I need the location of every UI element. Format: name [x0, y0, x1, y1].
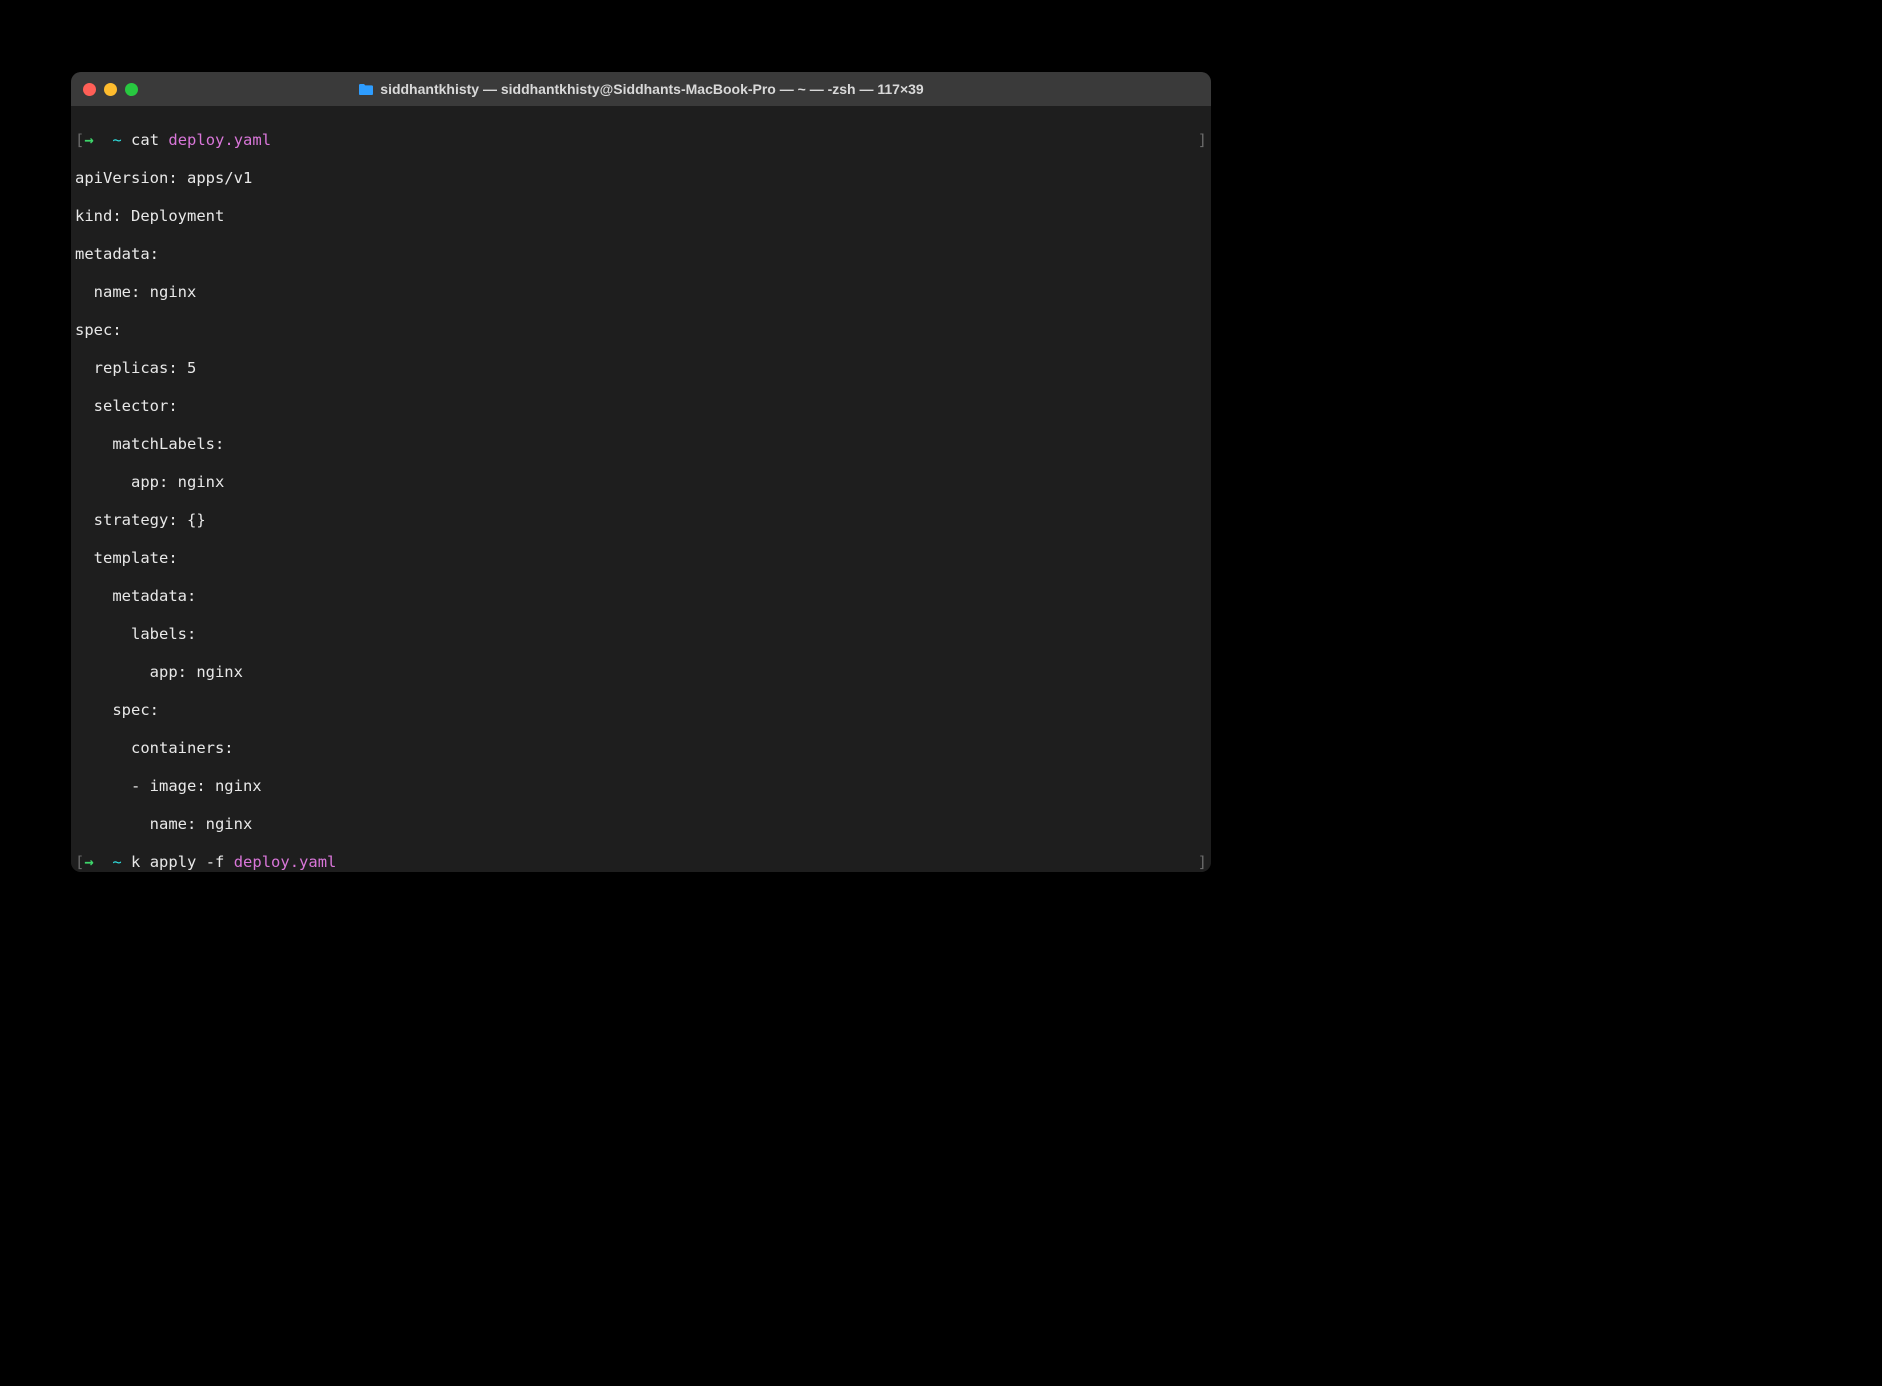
rbracket: ]: [1198, 853, 1207, 872]
cat-arg: deploy.yaml: [168, 131, 271, 149]
prompt-tilde: ~: [112, 853, 121, 871]
prompt-arrow: →: [84, 131, 93, 149]
yaml-line: metadata:: [75, 587, 1207, 606]
yaml-line: containers:: [75, 739, 1207, 758]
yaml-line: metadata:: [75, 245, 1207, 264]
yaml-line: labels:: [75, 625, 1207, 644]
prompt-line: ] [→ ~ cat deploy.yaml: [75, 131, 1207, 150]
yaml-line: app: nginx: [75, 473, 1207, 492]
title-wrap: siddhantkhisty — siddhantkhisty@Siddhant…: [71, 81, 1211, 97]
yaml-line: name: nginx: [75, 815, 1207, 834]
lbracket: [: [75, 131, 84, 149]
cmd-cat: cat: [131, 131, 168, 149]
terminal-window: siddhantkhisty — siddhantkhisty@Siddhant…: [71, 72, 1211, 872]
yaml-line: selector:: [75, 397, 1207, 416]
traffic-lights: [83, 83, 138, 96]
yaml-line: matchLabels:: [75, 435, 1207, 454]
prompt-arrow: →: [84, 853, 93, 871]
window-title: siddhantkhisty — siddhantkhisty@Siddhant…: [380, 81, 923, 97]
yaml-line: spec:: [75, 701, 1207, 720]
yaml-line: replicas: 5: [75, 359, 1207, 378]
yaml-line: kind: Deployment: [75, 207, 1207, 226]
yaml-line: app: nginx: [75, 663, 1207, 682]
zoom-button[interactable]: [125, 83, 138, 96]
prompt-line: ] [→ ~ k apply -f deploy.yaml: [75, 853, 1207, 872]
cmd-apply: k apply: [131, 853, 206, 871]
yaml-line: - image: nginx: [75, 777, 1207, 796]
yaml-line: strategy: {}: [75, 511, 1207, 530]
close-button[interactable]: [83, 83, 96, 96]
yaml-line: name: nginx: [75, 283, 1207, 302]
lbracket: [: [75, 853, 84, 871]
apply-opt: -f: [206, 853, 234, 871]
minimize-button[interactable]: [104, 83, 117, 96]
terminal-body[interactable]: ][→ ~ cat deploy.yaml apiVersion: apps/v…: [71, 106, 1211, 872]
yaml-line: apiVersion: apps/v1: [75, 169, 1207, 188]
yaml-line: spec:: [75, 321, 1207, 340]
rbracket: ]: [1198, 131, 1207, 150]
titlebar: siddhantkhisty — siddhantkhisty@Siddhant…: [71, 72, 1211, 106]
yaml-line: template:: [75, 549, 1207, 568]
prompt-tilde: ~: [112, 131, 121, 149]
folder-icon: [358, 83, 374, 96]
apply-arg: deploy.yaml: [234, 853, 337, 871]
